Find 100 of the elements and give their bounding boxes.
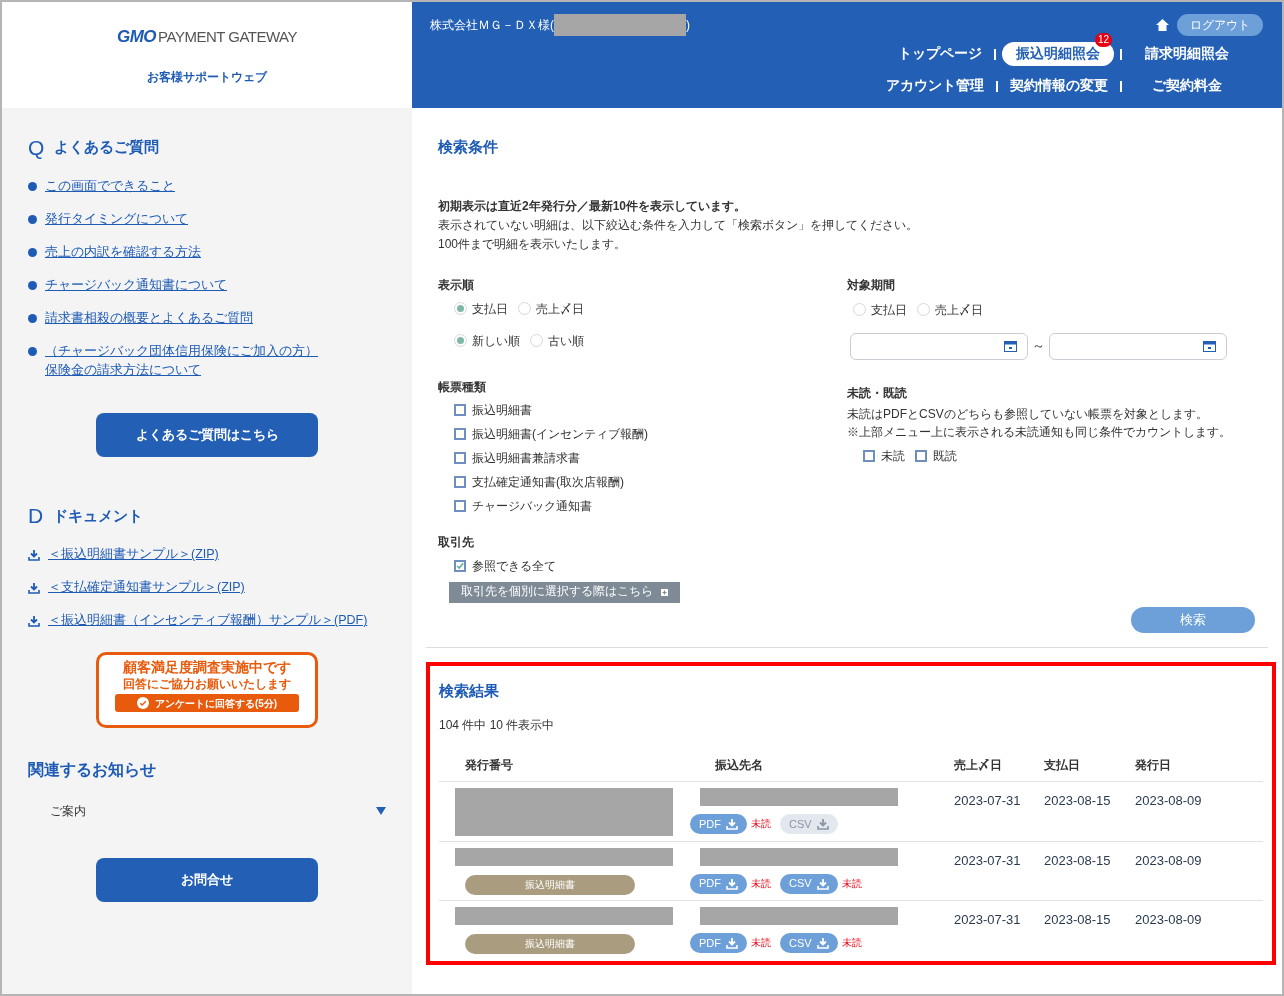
nav-link[interactable]: トップページ	[892, 42, 988, 66]
column-header: 発行日	[1135, 757, 1171, 772]
contact-button[interactable]: お問合せ	[96, 858, 318, 902]
unread-label: 未読	[841, 936, 862, 950]
intro-text: 初期表示は直近2年発行分／最新10件を表示しています。	[438, 197, 748, 215]
radio-button[interactable]	[917, 303, 930, 316]
survey-title: 顧客満足度調査実施中です	[123, 658, 291, 677]
checkbox[interactable]	[454, 475, 466, 488]
radio-button[interactable]	[530, 334, 543, 347]
notice-dropdown[interactable]: ご案内	[50, 802, 386, 820]
radio-label: 古い順	[548, 332, 584, 350]
column-header: 振込先名	[715, 757, 763, 772]
radio-button[interactable]	[518, 302, 531, 315]
logo-mark: GMO	[117, 26, 157, 48]
unread-label: 未読	[841, 876, 862, 891]
column-header: 支払日	[1044, 757, 1080, 772]
column-header: 発行番号	[465, 757, 513, 772]
note-text: ※上部メニュー上に表示される未読通知も同じ条件でカウントします。	[847, 424, 1232, 439]
field-label: 未読・既読	[847, 384, 908, 402]
document-type-tag: 振込明細書	[465, 934, 635, 955]
nav-link[interactable]: 振込明細照会	[1002, 42, 1114, 66]
table-cell: 2023-08-09	[1135, 852, 1202, 868]
field-label: 帳票種類	[438, 378, 487, 396]
download-icon	[726, 937, 738, 950]
checkbox[interactable]	[863, 449, 875, 462]
download-icon	[28, 581, 40, 594]
bullet-icon	[28, 247, 37, 257]
document-type-tag: 振込明細書	[465, 874, 635, 895]
checkbox-label: 振込明細書兼請求書	[472, 449, 580, 467]
section-title: よくあるご質問	[54, 137, 160, 157]
bullet-icon	[28, 313, 37, 323]
section-title: 検索条件	[438, 137, 499, 157]
table-cell: 2023-07-31	[954, 852, 1021, 868]
faq-link[interactable]: （チャージバック団体信用保険にご加入の方）保険金の請求方法について	[45, 341, 330, 380]
checkbox-label: チャージバック通知書	[472, 497, 592, 515]
logo-text: PAYMENT GATEWAY	[158, 27, 297, 47]
checkbox[interactable]	[454, 427, 466, 440]
faq-link[interactable]: 請求書相殺の概要とよくあるご質問	[45, 308, 253, 328]
checkbox[interactable]	[454, 499, 466, 512]
faq-link[interactable]: チャージバック通知書について	[45, 275, 227, 295]
faq-link[interactable]: 売上の内訳を確認する方法	[45, 242, 201, 262]
field-label: 対象期間	[847, 276, 896, 294]
nav-link[interactable]: アカウント管理	[880, 74, 990, 98]
bullet-icon	[28, 214, 37, 224]
download-icon	[726, 877, 738, 890]
notification-badge: 12	[1094, 33, 1112, 47]
checkbox-label: 振込明細書(インセンティブ報酬)	[472, 425, 648, 443]
table-cell: 2023-07-31	[954, 912, 1021, 928]
date-field[interactable]	[850, 332, 1028, 360]
faq-link[interactable]: 発行タイミングについて	[45, 209, 188, 229]
survey-button[interactable]: アンケートに回答する(5分)	[115, 694, 299, 712]
radio-label: 支払日	[472, 300, 508, 318]
download-icon	[816, 937, 829, 950]
company-name-end: )	[686, 17, 690, 34]
unread-label: 未読	[751, 936, 771, 950]
date-field[interactable]	[1049, 332, 1227, 360]
download-icon	[816, 877, 829, 890]
bullet-icon	[28, 346, 37, 356]
calendar-icon[interactable]	[1203, 340, 1216, 352]
unread-label: 未読	[751, 876, 771, 891]
radio-button[interactable]	[853, 303, 866, 316]
document-link[interactable]: ＜振込明細書（インセンティブ報酬）サンプル＞(PDF)	[48, 611, 368, 630]
faq-link[interactable]: この画面でできること	[45, 176, 175, 196]
table-cell: 2023-07-31	[954, 793, 1021, 809]
radio-label: 支払日	[871, 301, 907, 319]
download-icon	[28, 548, 40, 561]
table-cell: 2023-08-15	[1044, 912, 1111, 928]
home-icon[interactable]	[1156, 19, 1169, 31]
radio-button[interactable]	[454, 334, 467, 347]
unread-label: 未読	[751, 817, 771, 832]
caret-icon	[376, 807, 386, 815]
checkbox-label: 支払確定通知書(取次店報酬)	[472, 473, 624, 491]
section-title: ドキュメント	[53, 505, 144, 526]
checkbox[interactable]	[454, 451, 466, 464]
nav-link[interactable]: 請求明細照会	[1139, 42, 1235, 66]
radio-button[interactable]	[454, 302, 467, 315]
table-cell: 2023-08-09	[1135, 793, 1202, 809]
field-label: 取引先	[438, 533, 475, 551]
faq-button[interactable]: よくあるご質問はこちら	[96, 412, 318, 457]
nav-link[interactable]: ご契約料金	[1146, 74, 1228, 98]
checkbox-label: 振込明細書	[472, 401, 532, 419]
bullet-icon	[28, 181, 37, 191]
survey-banner[interactable]: 顧客満足度調査実施中です 回答にご協力お願いいたします アンケートに回答する(5分)	[96, 652, 318, 728]
section-letter: D	[28, 505, 44, 527]
checkbox[interactable]	[454, 559, 466, 572]
calendar-icon[interactable]	[1004, 340, 1017, 352]
field-label: 表示順	[438, 276, 475, 294]
checkbox-label: 参照できる全て	[472, 557, 556, 575]
site-subtitle: お客様サポートウェブ	[147, 68, 267, 86]
table-cell: 2023-08-15	[1044, 852, 1111, 868]
checkbox[interactable]	[454, 403, 466, 416]
partner-select-button[interactable]: 取引先を個別に選択する際はこちら	[449, 581, 680, 603]
radio-label: 売上〆日	[935, 301, 983, 319]
range-separator: ～	[1032, 337, 1045, 356]
checkbox-label: 未読	[881, 447, 905, 465]
checkbox[interactable]	[915, 449, 927, 462]
document-link[interactable]: ＜支払確定通知書サンプル＞(ZIP)	[48, 578, 245, 597]
nav-link[interactable]: 契約情報の変更	[1004, 74, 1114, 98]
result-count: 104 件中 10 件表示中	[439, 717, 556, 734]
document-link[interactable]: ＜振込明細書サンプル＞(ZIP)	[48, 545, 219, 564]
